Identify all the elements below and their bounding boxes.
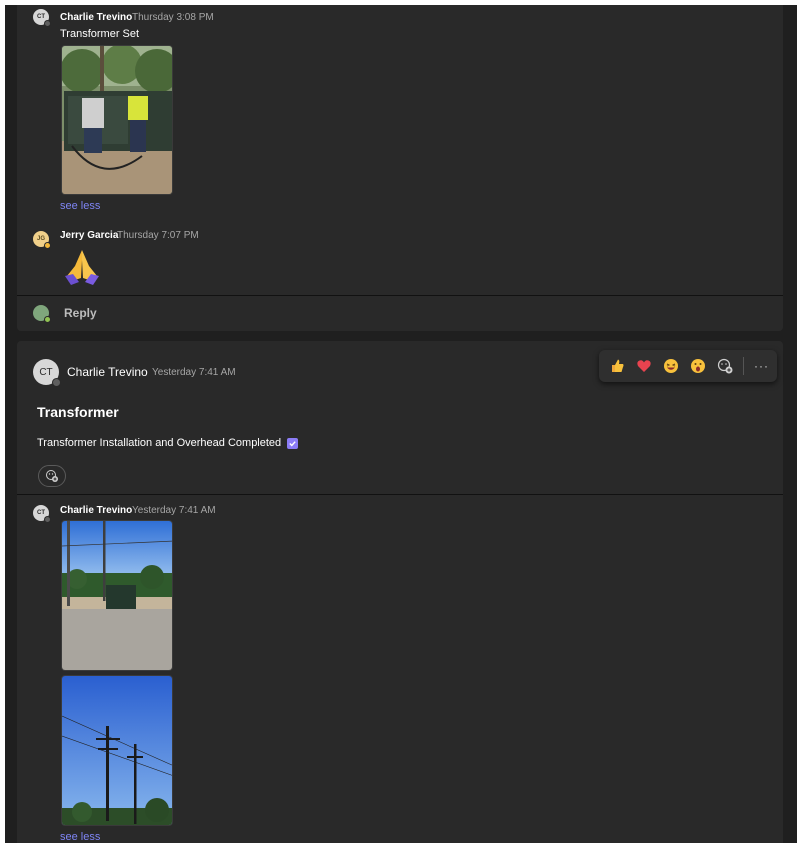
avatar[interactable]: JG [33, 231, 51, 249]
heart-reaction-button[interactable] [635, 357, 653, 375]
see-less-link[interactable]: see less [60, 831, 100, 843]
site-photo-1[interactable] [61, 520, 173, 671]
presence-indicator [44, 316, 51, 323]
my-avatar [33, 305, 51, 323]
photo-image [62, 521, 172, 670]
add-reaction-icon [46, 470, 58, 482]
conversation-card-1: CT Charlie Trevino Thursday 3:08 PM Tran… [17, 5, 783, 331]
transformer-photo[interactable] [61, 45, 173, 195]
divider [743, 357, 744, 375]
more-options-button[interactable]: ··· [754, 359, 769, 373]
see-less-link[interactable]: see less [60, 200, 100, 212]
message-timestamp: Yesterday 7:41 AM [132, 505, 216, 516]
message-author[interactable]: Charlie Trevino [60, 505, 132, 516]
presence-indicator [44, 516, 51, 523]
photo-image [62, 46, 172, 194]
conversation-card-2: CT Charlie Trevino Yesterday 7:41 AM Tra… [17, 341, 783, 843]
avatar[interactable]: CT [33, 359, 61, 387]
avatar[interactable]: CT [33, 9, 51, 27]
message-text: Transformer Set [60, 28, 140, 40]
message-timestamp: Thursday 3:08 PM [132, 12, 214, 23]
teams-channel-view: CT Charlie Trevino Thursday 3:08 PM Tran… [5, 5, 797, 843]
presence-indicator [52, 378, 61, 387]
post-timestamp: Yesterday 7:41 AM [152, 367, 236, 378]
check-box-icon [287, 437, 299, 449]
avatar[interactable]: CT [33, 505, 51, 523]
divider [17, 494, 783, 495]
thumbs-up-icon [612, 359, 624, 372]
surprised-face-icon [691, 359, 705, 373]
post-title: Transformer [37, 404, 119, 420]
presence-indicator [44, 242, 51, 249]
presence-indicator [44, 20, 51, 27]
message-timestamp: Thursday 7:07 PM [117, 230, 199, 241]
post-body-text: Transformer Installation and Overhead Co… [37, 437, 282, 449]
folded-hands-emoji [61, 246, 103, 286]
post-body: Transformer Installation and Overhead Co… [37, 437, 299, 449]
surprised-reaction-button[interactable] [689, 357, 707, 375]
add-reaction-icon [717, 358, 733, 374]
avatar-initials: CT [37, 510, 45, 516]
reaction-bar: ··· [599, 350, 777, 382]
laugh-reaction-button[interactable] [662, 357, 680, 375]
add-reaction-button[interactable] [38, 465, 66, 487]
photo-image [62, 676, 172, 825]
like-reaction-button[interactable] [608, 357, 626, 375]
heart-icon [637, 360, 651, 372]
avatar-initials: CT [39, 366, 53, 378]
avatar-initials: CT [37, 14, 45, 20]
more-reactions-button[interactable] [716, 357, 734, 375]
avatar-initials: JG [36, 236, 45, 242]
message-author[interactable]: Charlie Trevino [60, 12, 132, 23]
message-author[interactable]: Jerry Garcia [60, 230, 118, 241]
post-author[interactable]: Charlie Trevino [67, 365, 148, 379]
reply-row[interactable]: Reply [17, 296, 783, 331]
laughing-face-icon [664, 359, 678, 373]
site-photo-2[interactable] [61, 675, 173, 826]
reply-button[interactable]: Reply [64, 306, 97, 320]
